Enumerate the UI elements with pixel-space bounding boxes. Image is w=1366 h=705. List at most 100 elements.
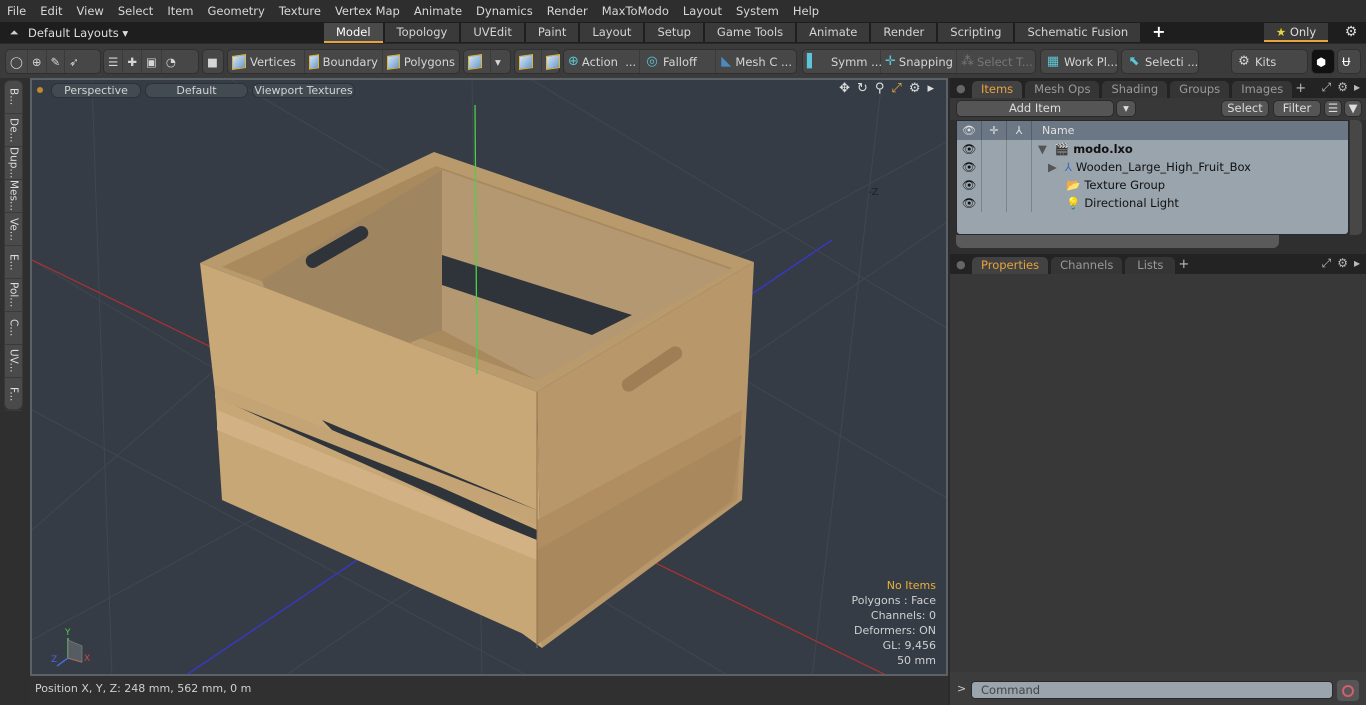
tab-shading[interactable]: Shading (1102, 81, 1168, 98)
vtab-deform[interactable]: De... (5, 114, 22, 147)
viewport-gear-icon[interactable]: ⚙ (909, 81, 921, 96)
menu-help[interactable]: Help (786, 0, 826, 22)
vtab-basic[interactable]: B... (5, 81, 22, 114)
expand-panel-icon[interactable]: ⤢ (1322, 256, 1332, 271)
menu-texture[interactable]: Texture (272, 0, 328, 22)
pen-icon[interactable]: ✎ (47, 50, 66, 73)
type-column-icon[interactable]: ⅄ (1007, 121, 1032, 140)
tab-model[interactable]: Model (324, 23, 385, 43)
menu-geometry[interactable]: Geometry (201, 0, 272, 22)
default-layouts-dropdown[interactable]: Default Layouts ▾ (28, 26, 324, 40)
vtab-edge[interactable]: E... (5, 246, 22, 279)
shading-default-button[interactable]: Default (145, 82, 248, 98)
tab-game-tools[interactable]: Game Tools (704, 23, 798, 42)
vtab-duplicate[interactable]: Dup... (5, 147, 22, 180)
add-item-button[interactable]: Add Item (956, 100, 1114, 117)
list-options-icon[interactable]: ☰ (1324, 100, 1342, 117)
panel-dot-icon[interactable]: ● (950, 256, 972, 274)
mesh-constraint-button[interactable]: ◣ Mesh C ... (716, 50, 796, 73)
view-perspective-button[interactable]: Perspective (51, 82, 141, 98)
vtab-curve[interactable]: C... (5, 312, 22, 345)
lock-column-icon[interactable]: ✛ (982, 121, 1007, 140)
add-item-dropdown-icon[interactable]: ▾ (1116, 100, 1136, 117)
globe-icon[interactable]: ⊕ (28, 50, 47, 73)
tab-items[interactable]: Items (972, 81, 1023, 98)
menu-file[interactable]: File (0, 0, 33, 22)
panel-gear-icon[interactable]: ⚙ (1337, 256, 1348, 271)
panel-dot-icon[interactable]: ● (950, 80, 972, 98)
tab-topology[interactable]: Topology (384, 23, 462, 42)
tab-scripting[interactable]: Scripting (938, 23, 1016, 42)
command-input[interactable]: Command (971, 681, 1333, 699)
expand-panel-icon[interactable]: ⤢ (1322, 80, 1332, 95)
expand-arrow-icon[interactable]: ▶ (1048, 160, 1057, 174)
menu-item[interactable]: Item (160, 0, 200, 22)
select-through-button[interactable]: ⁂ Select T... (957, 50, 1035, 73)
viewport-more-icon[interactable]: ▸ (927, 81, 934, 96)
vtab-vertex[interactable]: Ve... (5, 213, 22, 246)
menu-edit[interactable]: Edit (33, 0, 69, 22)
eye-icon[interactable]: 👁 (957, 194, 982, 212)
record-macro-button[interactable] (1337, 680, 1359, 701)
tab-properties[interactable]: Properties (972, 257, 1049, 274)
tab-uvedit[interactable]: UVEdit (461, 23, 526, 42)
cross-icon[interactable]: ✚ (123, 50, 142, 73)
tab-mesh-ops[interactable]: Mesh Ops (1025, 81, 1100, 98)
circle-select-icon[interactable]: ◯ (6, 50, 28, 73)
move-icon[interactable]: ✥ (839, 81, 850, 96)
vertices-button[interactable]: Vertices (228, 50, 305, 73)
eye-icon[interactable]: 👁 (957, 158, 982, 176)
tab-groups[interactable]: Groups (1170, 81, 1230, 98)
lasso-icon[interactable]: ➶ (65, 50, 83, 73)
viewport-textures-button[interactable]: Viewport Textures (252, 82, 355, 98)
work-plane-button[interactable]: ▦ Work Pl... (1041, 50, 1122, 73)
tab-animate[interactable]: Animate (797, 23, 872, 42)
collapse-arrow-icon[interactable]: ▼ (1038, 142, 1047, 156)
menu-layout[interactable]: Layout (676, 0, 729, 22)
vtab-mesh-edit[interactable]: Mes... (5, 180, 22, 213)
tab-layout[interactable]: Layout (580, 23, 646, 42)
3d-viewport[interactable]: Y X Z -Z Perspective Default Viewport Te… (30, 78, 948, 676)
wooden-crate-model[interactable] (200, 152, 754, 648)
boundary-button[interactable]: Boundary (305, 50, 383, 73)
select-button[interactable]: Select (1221, 100, 1269, 117)
add-tab-icon[interactable]: + (1142, 22, 1175, 43)
menu-vertex-map[interactable]: Vertex Map (328, 0, 407, 22)
tab-paint[interactable]: Paint (525, 23, 581, 42)
menu-select[interactable]: Select (111, 0, 160, 22)
menu-dynamics[interactable]: Dynamics (469, 0, 540, 22)
tab-setup[interactable]: Setup (645, 23, 705, 42)
falloff-button[interactable]: ◎ Falloff (640, 50, 716, 73)
tab-images[interactable]: Images (1232, 81, 1293, 98)
add-panel-tab-icon[interactable]: + (1178, 256, 1189, 274)
menu-system[interactable]: System (729, 0, 786, 22)
add-panel-tab-icon[interactable]: + (1295, 80, 1306, 98)
visibility-column-icon[interactable]: 👁 (957, 121, 982, 140)
menu-maxtomodo[interactable]: MaxToModo (595, 0, 676, 22)
menu-view[interactable]: View (70, 0, 111, 22)
selection-sets-button[interactable]: ⬉ Selecti ... (1122, 50, 1202, 73)
tab-channels[interactable]: Channels (1051, 257, 1123, 274)
list-item[interactable]: 👁 ▶ ⅄ Wooden_Large_High_Fruit_Box (957, 158, 1348, 176)
symmetry-button[interactable]: ▌ Symm ... (803, 50, 882, 73)
list-item[interactable]: 👁 📂 Texture Group (957, 176, 1348, 194)
mode-dropdown-icon[interactable]: ▾ (491, 50, 505, 73)
snap-cube-icon[interactable] (515, 50, 542, 73)
kits-button[interactable]: ⚙ Kits (1232, 50, 1280, 73)
dial-icon[interactable]: ◔ (162, 50, 180, 73)
polygons-button[interactable]: Polygons (383, 50, 459, 73)
maximize-icon[interactable]: ⤢ (891, 81, 901, 96)
filter-button[interactable]: Filter (1273, 100, 1321, 117)
list-item[interactable]: 👁 💡 Directional Light (957, 194, 1348, 212)
viewport-status-dot[interactable] (37, 87, 43, 93)
tab-schematic-fusion[interactable]: Schematic Fusion (1015, 23, 1143, 42)
funnel-filter-icon[interactable]: ▼ (1344, 100, 1362, 117)
zoom-icon[interactable]: ⚲ (875, 81, 885, 96)
vtab-uv[interactable]: UV... (5, 345, 22, 378)
collapse-up-icon[interactable]: ⏶ (0, 26, 28, 40)
panel-gear-icon[interactable]: ⚙ (1337, 80, 1348, 95)
item-mode-cube-icon[interactable]: ■ (203, 50, 222, 73)
menu-animate[interactable]: Animate (407, 0, 469, 22)
rotate-icon[interactable]: ↻ (857, 81, 868, 96)
tab-lists[interactable]: Lists (1125, 257, 1176, 274)
